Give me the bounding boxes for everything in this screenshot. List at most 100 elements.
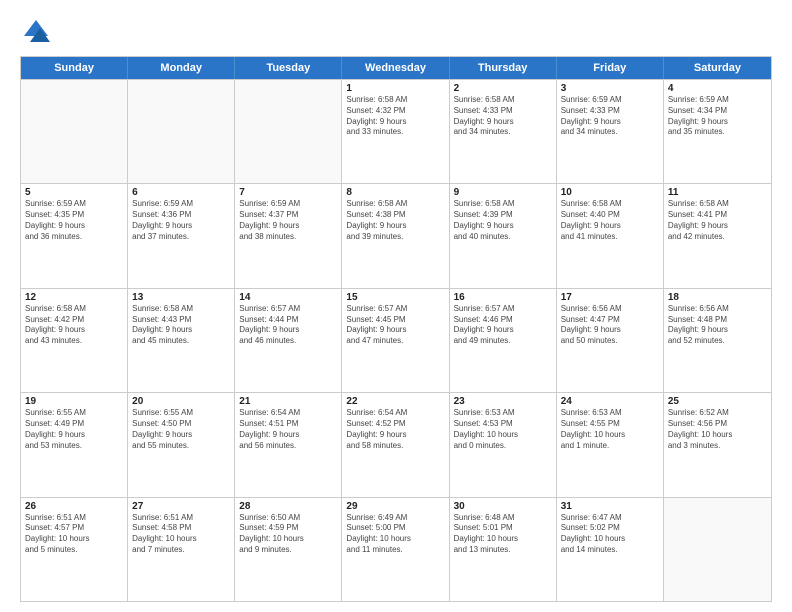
day-number: 27: [132, 501, 230, 512]
day-number: 18: [668, 292, 767, 303]
calendar-cell: 2Sunrise: 6:58 AMSunset: 4:33 PMDaylight…: [450, 80, 557, 183]
day-info: Sunrise: 6:56 AMSunset: 4:47 PMDaylight:…: [561, 304, 659, 347]
day-number: 21: [239, 396, 337, 407]
weekday-header: Tuesday: [235, 57, 342, 79]
calendar-row: 19Sunrise: 6:55 AMSunset: 4:49 PMDayligh…: [21, 392, 771, 496]
day-number: 5: [25, 187, 123, 198]
calendar-cell: 25Sunrise: 6:52 AMSunset: 4:56 PMDayligh…: [664, 393, 771, 496]
day-number: 13: [132, 292, 230, 303]
calendar-cell: [128, 80, 235, 183]
day-number: 4: [668, 83, 767, 94]
day-number: 16: [454, 292, 552, 303]
day-number: 8: [346, 187, 444, 198]
day-number: 9: [454, 187, 552, 198]
calendar-cell: 12Sunrise: 6:58 AMSunset: 4:42 PMDayligh…: [21, 289, 128, 392]
day-number: 3: [561, 83, 659, 94]
day-info: Sunrise: 6:54 AMSunset: 4:51 PMDaylight:…: [239, 408, 337, 451]
day-info: Sunrise: 6:52 AMSunset: 4:56 PMDaylight:…: [668, 408, 767, 451]
weekday-header: Wednesday: [342, 57, 449, 79]
day-number: 30: [454, 501, 552, 512]
day-info: Sunrise: 6:58 AMSunset: 4:33 PMDaylight:…: [454, 95, 552, 138]
day-number: 19: [25, 396, 123, 407]
day-info: Sunrise: 6:58 AMSunset: 4:42 PMDaylight:…: [25, 304, 123, 347]
weekday-header: Monday: [128, 57, 235, 79]
calendar-row: 26Sunrise: 6:51 AMSunset: 4:57 PMDayligh…: [21, 497, 771, 601]
day-info: Sunrise: 6:53 AMSunset: 4:55 PMDaylight:…: [561, 408, 659, 451]
day-info: Sunrise: 6:58 AMSunset: 4:32 PMDaylight:…: [346, 95, 444, 138]
day-number: 6: [132, 187, 230, 198]
calendar-cell: 20Sunrise: 6:55 AMSunset: 4:50 PMDayligh…: [128, 393, 235, 496]
calendar-cell: [235, 80, 342, 183]
day-info: Sunrise: 6:58 AMSunset: 4:43 PMDaylight:…: [132, 304, 230, 347]
calendar-row: 1Sunrise: 6:58 AMSunset: 4:32 PMDaylight…: [21, 79, 771, 183]
calendar-cell: 10Sunrise: 6:58 AMSunset: 4:40 PMDayligh…: [557, 184, 664, 287]
day-info: Sunrise: 6:55 AMSunset: 4:49 PMDaylight:…: [25, 408, 123, 451]
day-number: 28: [239, 501, 337, 512]
calendar-cell: 7Sunrise: 6:59 AMSunset: 4:37 PMDaylight…: [235, 184, 342, 287]
calendar-cell: 28Sunrise: 6:50 AMSunset: 4:59 PMDayligh…: [235, 498, 342, 601]
calendar: SundayMondayTuesdayWednesdayThursdayFrid…: [20, 56, 772, 602]
calendar-header: SundayMondayTuesdayWednesdayThursdayFrid…: [21, 57, 771, 79]
weekday-header: Sunday: [21, 57, 128, 79]
logo: [20, 16, 58, 48]
day-info: Sunrise: 6:58 AMSunset: 4:41 PMDaylight:…: [668, 199, 767, 242]
day-info: Sunrise: 6:54 AMSunset: 4:52 PMDaylight:…: [346, 408, 444, 451]
day-number: 20: [132, 396, 230, 407]
calendar-cell: 1Sunrise: 6:58 AMSunset: 4:32 PMDaylight…: [342, 80, 449, 183]
day-number: 26: [25, 501, 123, 512]
calendar-cell: 9Sunrise: 6:58 AMSunset: 4:39 PMDaylight…: [450, 184, 557, 287]
calendar-cell: 29Sunrise: 6:49 AMSunset: 5:00 PMDayligh…: [342, 498, 449, 601]
day-number: 29: [346, 501, 444, 512]
calendar-cell: 24Sunrise: 6:53 AMSunset: 4:55 PMDayligh…: [557, 393, 664, 496]
weekday-header: Friday: [557, 57, 664, 79]
calendar-cell: 22Sunrise: 6:54 AMSunset: 4:52 PMDayligh…: [342, 393, 449, 496]
calendar-cell: 4Sunrise: 6:59 AMSunset: 4:34 PMDaylight…: [664, 80, 771, 183]
calendar-cell: 5Sunrise: 6:59 AMSunset: 4:35 PMDaylight…: [21, 184, 128, 287]
day-info: Sunrise: 6:59 AMSunset: 4:33 PMDaylight:…: [561, 95, 659, 138]
day-info: Sunrise: 6:57 AMSunset: 4:45 PMDaylight:…: [346, 304, 444, 347]
day-info: Sunrise: 6:49 AMSunset: 5:00 PMDaylight:…: [346, 513, 444, 556]
day-number: 7: [239, 187, 337, 198]
day-info: Sunrise: 6:59 AMSunset: 4:34 PMDaylight:…: [668, 95, 767, 138]
day-number: 2: [454, 83, 552, 94]
weekday-header: Thursday: [450, 57, 557, 79]
page: SundayMondayTuesdayWednesdayThursdayFrid…: [0, 0, 792, 612]
day-number: 17: [561, 292, 659, 303]
day-number: 22: [346, 396, 444, 407]
day-info: Sunrise: 6:59 AMSunset: 4:36 PMDaylight:…: [132, 199, 230, 242]
calendar-cell: 31Sunrise: 6:47 AMSunset: 5:02 PMDayligh…: [557, 498, 664, 601]
calendar-cell: 27Sunrise: 6:51 AMSunset: 4:58 PMDayligh…: [128, 498, 235, 601]
calendar-cell: 15Sunrise: 6:57 AMSunset: 4:45 PMDayligh…: [342, 289, 449, 392]
calendar-cell: 16Sunrise: 6:57 AMSunset: 4:46 PMDayligh…: [450, 289, 557, 392]
day-info: Sunrise: 6:56 AMSunset: 4:48 PMDaylight:…: [668, 304, 767, 347]
day-number: 25: [668, 396, 767, 407]
calendar-cell: 3Sunrise: 6:59 AMSunset: 4:33 PMDaylight…: [557, 80, 664, 183]
day-info: Sunrise: 6:57 AMSunset: 4:46 PMDaylight:…: [454, 304, 552, 347]
logo-icon: [20, 16, 52, 48]
day-info: Sunrise: 6:51 AMSunset: 4:58 PMDaylight:…: [132, 513, 230, 556]
calendar-cell: 23Sunrise: 6:53 AMSunset: 4:53 PMDayligh…: [450, 393, 557, 496]
calendar-body: 1Sunrise: 6:58 AMSunset: 4:32 PMDaylight…: [21, 79, 771, 601]
calendar-cell: 6Sunrise: 6:59 AMSunset: 4:36 PMDaylight…: [128, 184, 235, 287]
day-info: Sunrise: 6:58 AMSunset: 4:40 PMDaylight:…: [561, 199, 659, 242]
day-info: Sunrise: 6:48 AMSunset: 5:01 PMDaylight:…: [454, 513, 552, 556]
day-info: Sunrise: 6:59 AMSunset: 4:37 PMDaylight:…: [239, 199, 337, 242]
calendar-cell: [21, 80, 128, 183]
calendar-cell: 13Sunrise: 6:58 AMSunset: 4:43 PMDayligh…: [128, 289, 235, 392]
header: [20, 16, 772, 48]
day-number: 12: [25, 292, 123, 303]
calendar-cell: 30Sunrise: 6:48 AMSunset: 5:01 PMDayligh…: [450, 498, 557, 601]
calendar-row: 5Sunrise: 6:59 AMSunset: 4:35 PMDaylight…: [21, 183, 771, 287]
day-info: Sunrise: 6:58 AMSunset: 4:39 PMDaylight:…: [454, 199, 552, 242]
day-number: 10: [561, 187, 659, 198]
day-number: 11: [668, 187, 767, 198]
day-info: Sunrise: 6:57 AMSunset: 4:44 PMDaylight:…: [239, 304, 337, 347]
day-info: Sunrise: 6:55 AMSunset: 4:50 PMDaylight:…: [132, 408, 230, 451]
day-info: Sunrise: 6:47 AMSunset: 5:02 PMDaylight:…: [561, 513, 659, 556]
day-number: 14: [239, 292, 337, 303]
calendar-cell: 19Sunrise: 6:55 AMSunset: 4:49 PMDayligh…: [21, 393, 128, 496]
calendar-cell: 17Sunrise: 6:56 AMSunset: 4:47 PMDayligh…: [557, 289, 664, 392]
calendar-row: 12Sunrise: 6:58 AMSunset: 4:42 PMDayligh…: [21, 288, 771, 392]
day-info: Sunrise: 6:58 AMSunset: 4:38 PMDaylight:…: [346, 199, 444, 242]
calendar-cell: 11Sunrise: 6:58 AMSunset: 4:41 PMDayligh…: [664, 184, 771, 287]
